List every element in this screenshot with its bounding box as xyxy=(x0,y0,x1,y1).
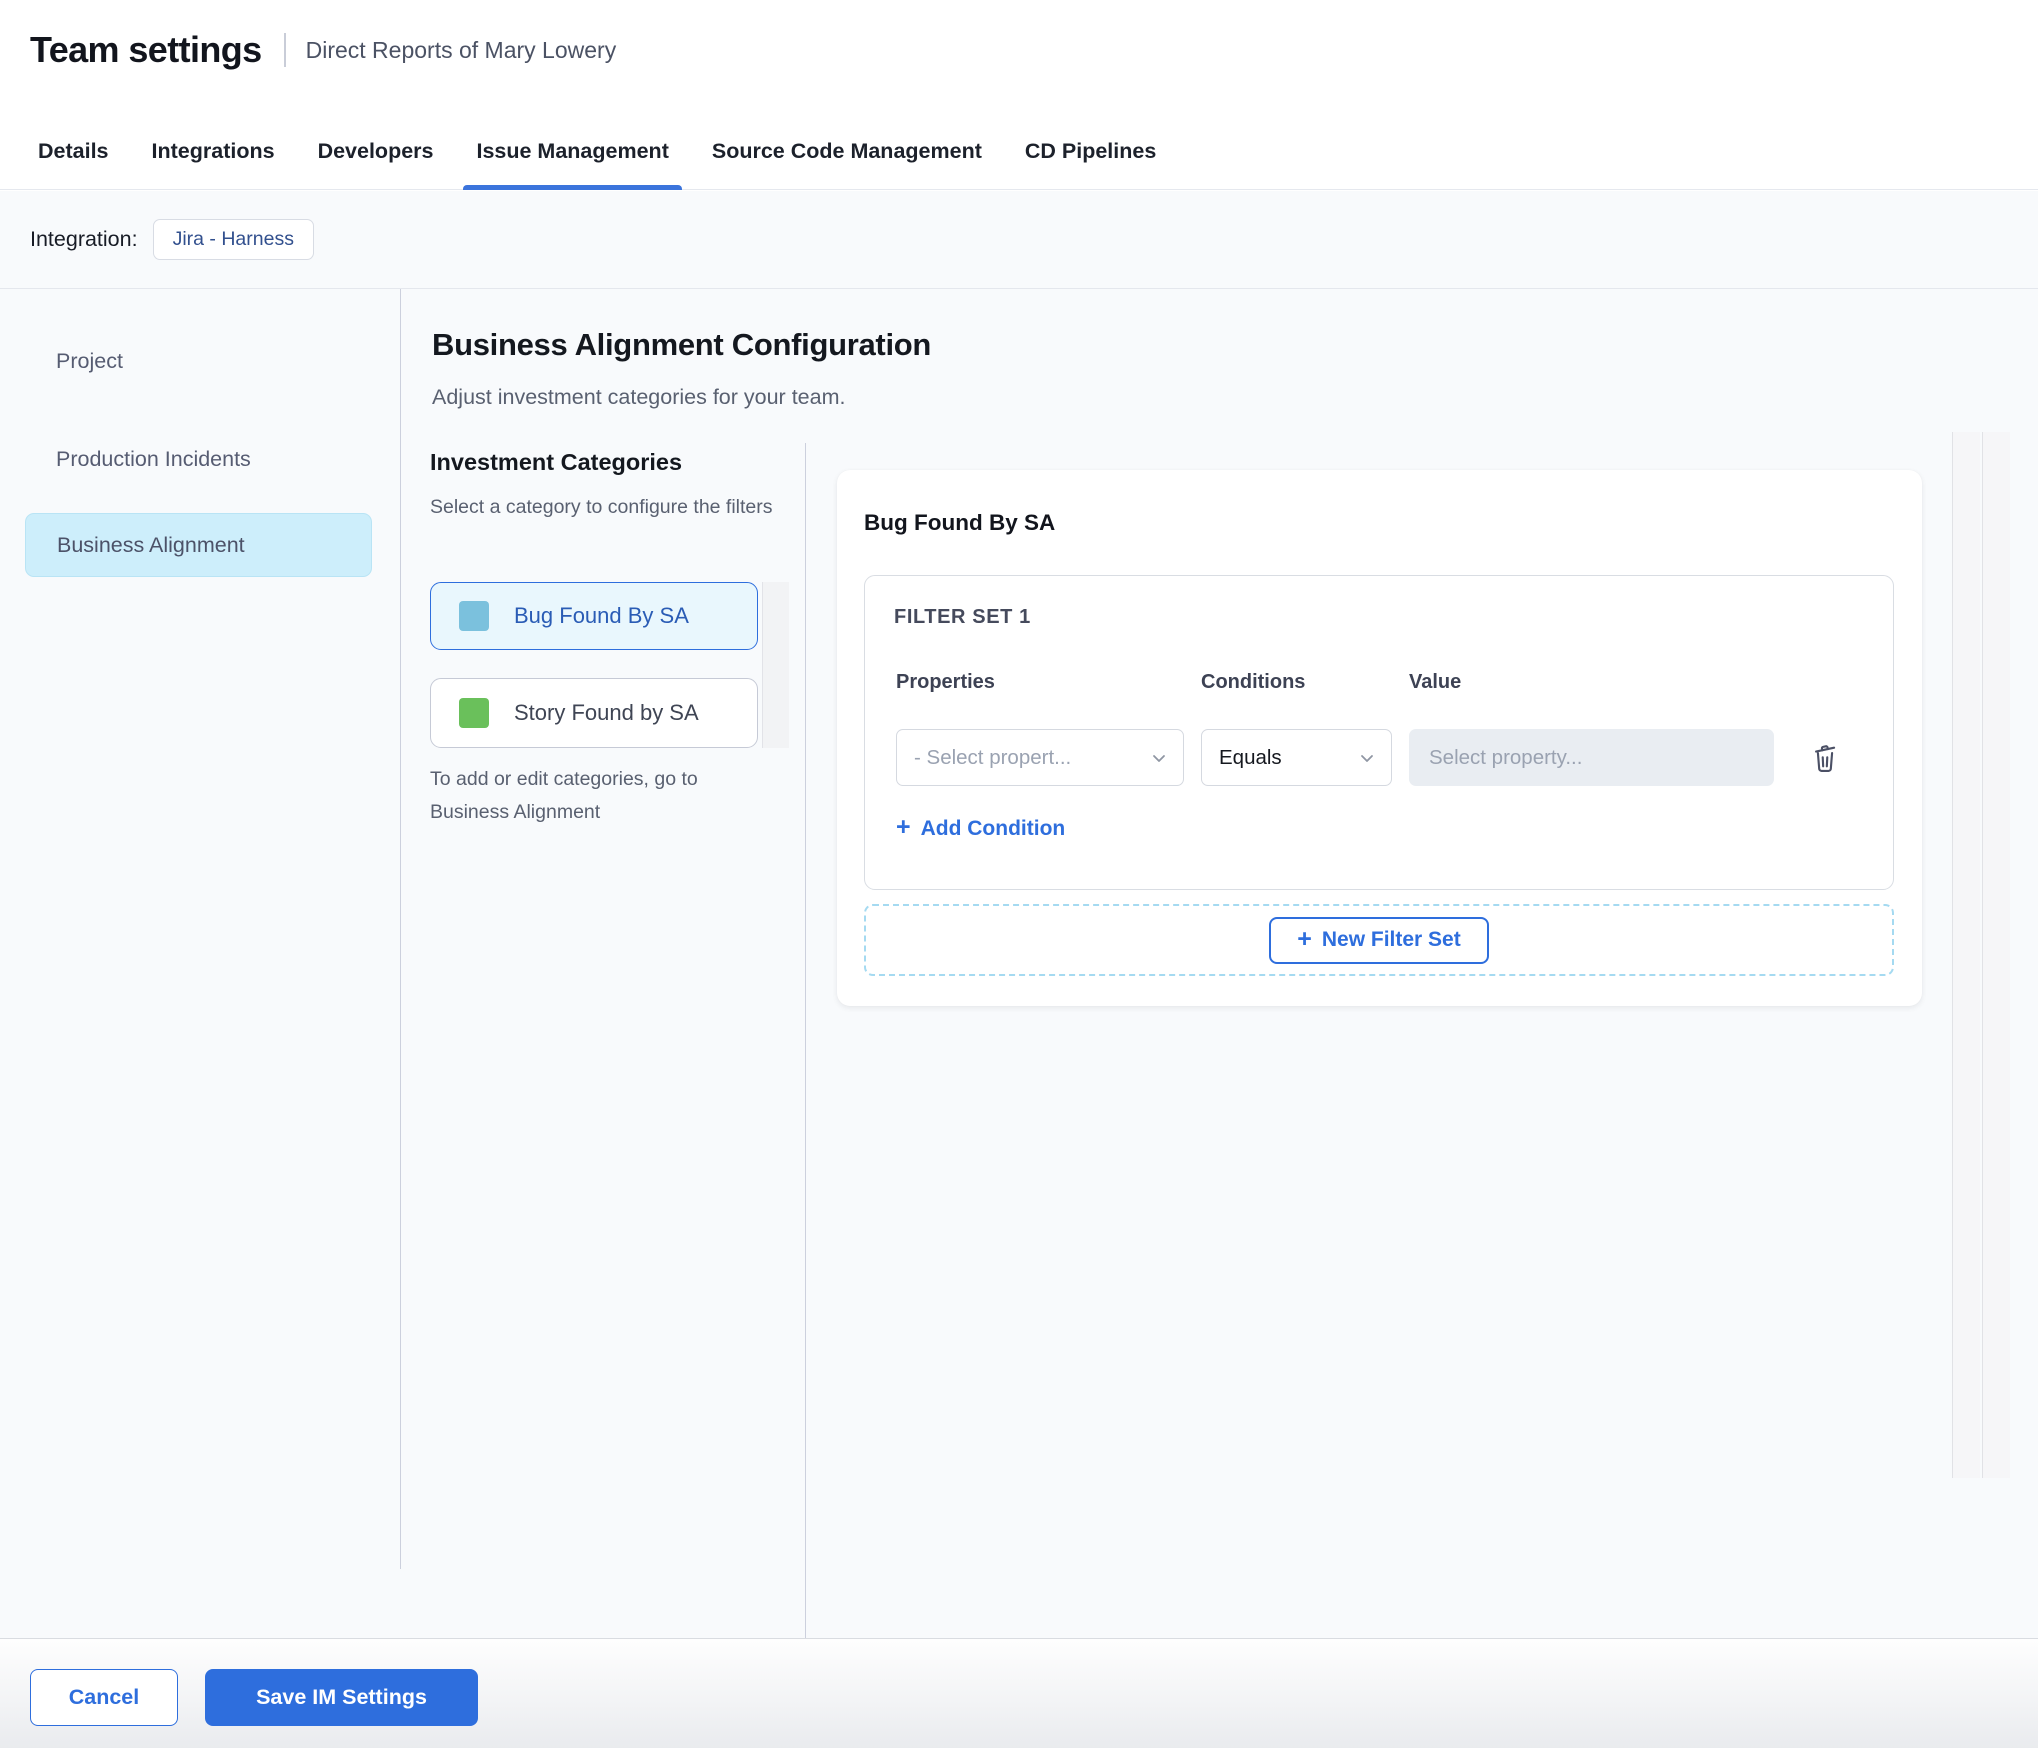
sidebar-item-production-incidents[interactable]: Production Incidents xyxy=(25,431,372,487)
panel-scrollbar[interactable] xyxy=(1952,432,1980,1478)
new-filter-set-button[interactable]: + New Filter Set xyxy=(1269,916,1489,964)
value-input[interactable] xyxy=(1409,729,1774,786)
tab-integrations[interactable]: Integrations xyxy=(152,114,275,190)
page-header: Team settings Direct Reports of Mary Low… xyxy=(0,0,2038,100)
category-color-swatch-blue-icon xyxy=(459,601,489,631)
investment-categories-helper: Select a category to configure the filte… xyxy=(430,496,773,518)
page-title: Team settings xyxy=(30,29,262,70)
page-subtitle: Direct Reports of Mary Lowery xyxy=(305,36,617,63)
categories-footnote: To add or edit categories, go to Busines… xyxy=(430,768,698,824)
category-bug-found-by-sa[interactable]: Bug Found By SA xyxy=(430,582,758,650)
categories-divider xyxy=(805,443,806,1748)
trash-icon xyxy=(1808,740,1842,777)
integration-bar: Integration: Jira - Harness xyxy=(0,191,2038,289)
footer-action-bar: Cancel Save IM Settings xyxy=(0,1638,2038,1748)
condition-select-value: Equals xyxy=(1219,745,1282,769)
investment-categories-heading: Investment Categories xyxy=(430,449,683,475)
category-label: Story Found by SA xyxy=(514,700,699,725)
category-config-card: Bug Found By SA FILTER SET 1 Properties … xyxy=(837,470,1922,1006)
add-condition-label: Add Condition xyxy=(920,816,1066,840)
team-settings-page: Team settings Direct Reports of Mary Low… xyxy=(0,0,2038,1748)
cancel-button[interactable]: Cancel xyxy=(30,1669,178,1726)
sidebar-divider xyxy=(400,289,401,1569)
category-story-found-by-sa[interactable]: Story Found by SA xyxy=(430,678,758,748)
category-list-scrollbar[interactable] xyxy=(762,582,789,748)
sidebar-item-business-alignment[interactable]: Business Alignment xyxy=(25,513,372,577)
property-select-placeholder: - Select propert... xyxy=(914,745,1072,769)
add-condition-button[interactable]: + Add Condition xyxy=(896,813,1066,841)
property-select[interactable]: - Select propert... xyxy=(896,729,1184,786)
section-subtitle: Adjust investment categories for your te… xyxy=(432,385,846,409)
delete-condition-button[interactable] xyxy=(1803,736,1847,780)
sidebar-item-project[interactable]: Project xyxy=(25,333,372,389)
section-title: Business Alignment Configuration xyxy=(432,327,932,362)
category-label: Bug Found By SA xyxy=(514,603,689,628)
save-im-settings-button[interactable]: Save IM Settings xyxy=(205,1669,478,1726)
tab-developers[interactable]: Developers xyxy=(318,114,434,190)
title-separator xyxy=(283,33,286,67)
tab-cd-pipelines[interactable]: CD Pipelines xyxy=(1025,114,1156,190)
column-header-value: Value xyxy=(1409,671,1462,693)
column-header-properties: Properties xyxy=(896,671,995,693)
plus-icon: + xyxy=(1297,924,1312,953)
filter-set-panel: FILTER SET 1 Properties Conditions Value… xyxy=(864,575,1894,890)
content-area: Project Production Incidents Business Al… xyxy=(0,289,2038,1748)
condition-select[interactable]: Equals xyxy=(1201,729,1392,786)
new-filter-set-label: New Filter Set xyxy=(1321,928,1461,951)
integration-chip[interactable]: Jira - Harness xyxy=(152,219,314,260)
tab-details[interactable]: Details xyxy=(38,114,109,190)
page-scrollbar[interactable] xyxy=(1982,432,2010,1478)
tab-issue-management[interactable]: Issue Management xyxy=(463,114,683,190)
filter-set-label: FILTER SET 1 xyxy=(894,606,1031,628)
category-color-swatch-green-icon xyxy=(459,698,489,728)
column-header-conditions: Conditions xyxy=(1201,671,1306,693)
new-filter-set-dropzone: + New Filter Set xyxy=(864,904,1894,976)
integration-label: Integration: xyxy=(30,227,138,251)
card-title: Bug Found By SA xyxy=(864,510,1056,535)
tab-bar: Details Integrations Developers Issue Ma… xyxy=(0,100,2038,190)
chevron-down-icon xyxy=(1149,748,1169,768)
chevron-down-icon xyxy=(1357,748,1377,768)
plus-icon: + xyxy=(896,813,911,841)
tab-source-code-management[interactable]: Source Code Management xyxy=(712,114,982,190)
